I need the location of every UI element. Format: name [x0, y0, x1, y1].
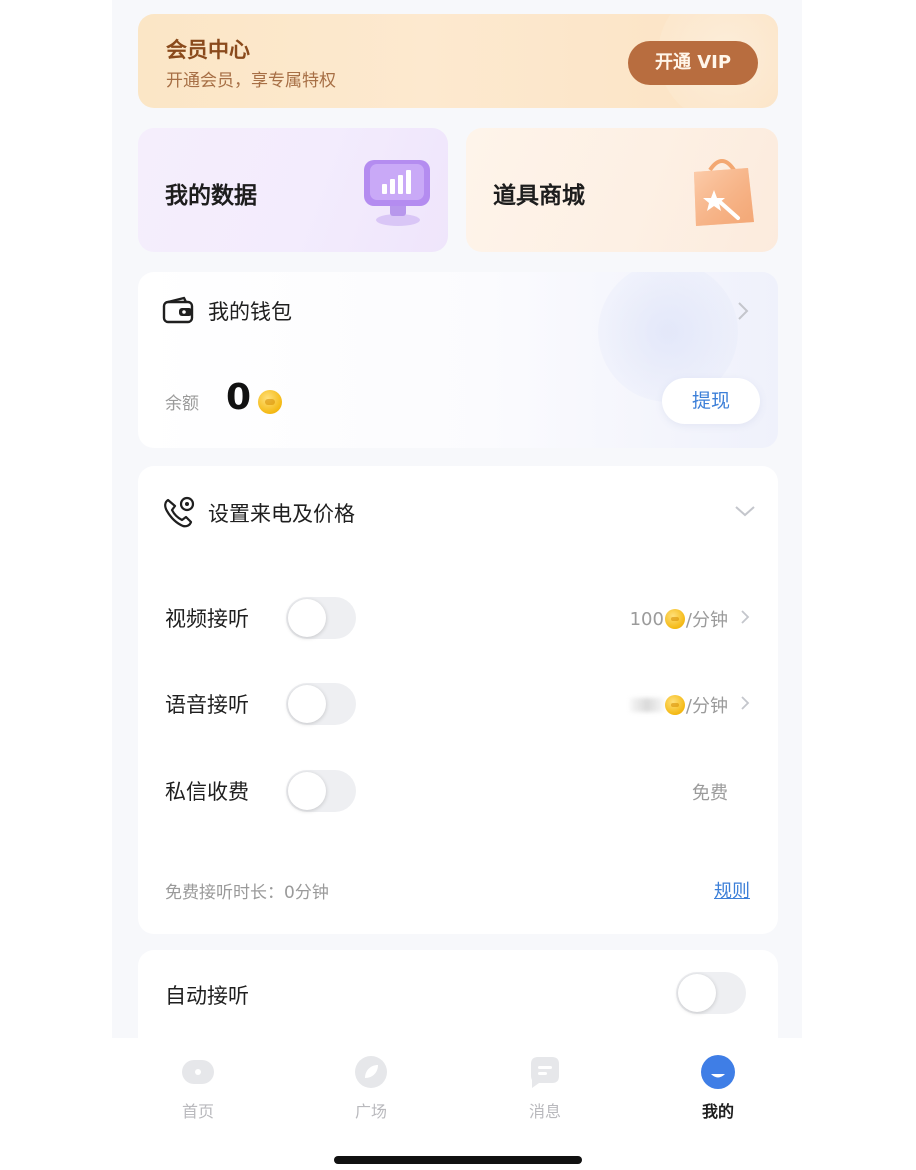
data-monitor-icon — [364, 160, 430, 226]
message-fee-row[interactable]: 私信收费 免费 — [138, 766, 778, 816]
my-data-card[interactable]: 我的数据 — [138, 128, 448, 252]
toggle-knob — [288, 685, 326, 723]
coin-icon — [664, 609, 685, 629]
phone-settings-icon — [164, 496, 195, 528]
voice-price: /分钟 — [629, 692, 728, 718]
chevron-right-icon[interactable] — [740, 695, 750, 711]
balance-value: 0 — [226, 377, 252, 418]
auto-answer-label: 自动接听 — [165, 984, 249, 1008]
coin-icon — [664, 695, 685, 715]
chevron-down-icon[interactable] — [734, 504, 756, 518]
wallet-icon — [162, 296, 194, 324]
balance-label: 余额 — [165, 394, 199, 414]
home-indicator — [334, 1156, 582, 1164]
vip-title: 会员中心 — [166, 38, 250, 62]
rules-link[interactable]: 规则 — [714, 877, 750, 903]
auto-answer-card: 自动接听 — [138, 950, 778, 1050]
call-settings-card: 设置来电及价格 视频接听 100 /分钟 语音接听 /分钟 私信收费 免费 免费… — [138, 466, 778, 934]
toggle-knob — [288, 599, 326, 637]
message-fee-value: 免费 — [692, 783, 728, 804]
bottom-tab-bar: 首页 广场 消息 我的 — [112, 1038, 802, 1170]
voice-answer-row[interactable]: 语音接听 /分钟 — [138, 679, 778, 729]
message-fee-toggle[interactable] — [286, 770, 356, 812]
message-fee-label: 私信收费 — [165, 780, 249, 804]
tab-profile-label: 我的 — [701, 1102, 734, 1121]
video-answer-row[interactable]: 视频接听 100 /分钟 — [138, 593, 778, 643]
call-settings-title: 设置来电及价格 — [208, 502, 355, 526]
item-shop-card[interactable]: 道具商城 — [466, 128, 778, 252]
vip-subtitle: 开通会员，享专属特权 — [166, 71, 336, 91]
vip-banner[interactable]: 会员中心 开通会员，享专属特权 开通 VIP — [138, 14, 778, 108]
voice-price-unit: /分钟 — [685, 696, 728, 717]
tab-square-label: 广场 — [354, 1102, 387, 1121]
tab-messages[interactable]: 消息 — [495, 1054, 595, 1122]
tab-square[interactable]: 广场 — [321, 1054, 421, 1122]
video-price: 100 /分钟 — [630, 606, 728, 632]
tab-home[interactable]: 首页 — [148, 1054, 248, 1122]
coin-icon — [258, 390, 282, 414]
blurred-price — [629, 698, 664, 712]
voice-answer-toggle[interactable] — [286, 683, 356, 725]
profile-icon — [701, 1055, 735, 1089]
home-icon — [182, 1060, 214, 1084]
chevron-right-icon[interactable] — [740, 609, 750, 625]
tab-home-label: 首页 — [181, 1102, 214, 1121]
auto-answer-toggle[interactable] — [676, 972, 746, 1014]
tab-messages-label: 消息 — [528, 1102, 561, 1121]
video-answer-toggle[interactable] — [286, 597, 356, 639]
video-answer-label: 视频接听 — [165, 607, 249, 631]
chevron-right-icon[interactable] — [736, 300, 750, 322]
my-data-label: 我的数据 — [165, 183, 257, 209]
message-icon — [531, 1057, 559, 1088]
wallet-card[interactable]: 我的钱包 余额 0 提现 — [138, 272, 778, 448]
video-price-value: 100 — [629, 608, 664, 630]
toggle-knob — [288, 772, 326, 810]
toggle-knob — [678, 974, 716, 1012]
voice-answer-label: 语音接听 — [165, 693, 249, 717]
shopping-bag-icon — [694, 159, 754, 226]
withdraw-button[interactable]: 提现 — [662, 378, 760, 424]
square-icon — [355, 1056, 387, 1088]
open-vip-button[interactable]: 开通 VIP — [628, 41, 758, 85]
wallet-title: 我的钱包 — [208, 300, 292, 324]
video-price-unit: /分钟 — [685, 610, 728, 631]
tab-profile[interactable]: 我的 — [668, 1054, 768, 1122]
free-duration-label: 免费接听时长：0分钟 — [165, 883, 329, 903]
item-shop-label: 道具商城 — [493, 183, 585, 209]
